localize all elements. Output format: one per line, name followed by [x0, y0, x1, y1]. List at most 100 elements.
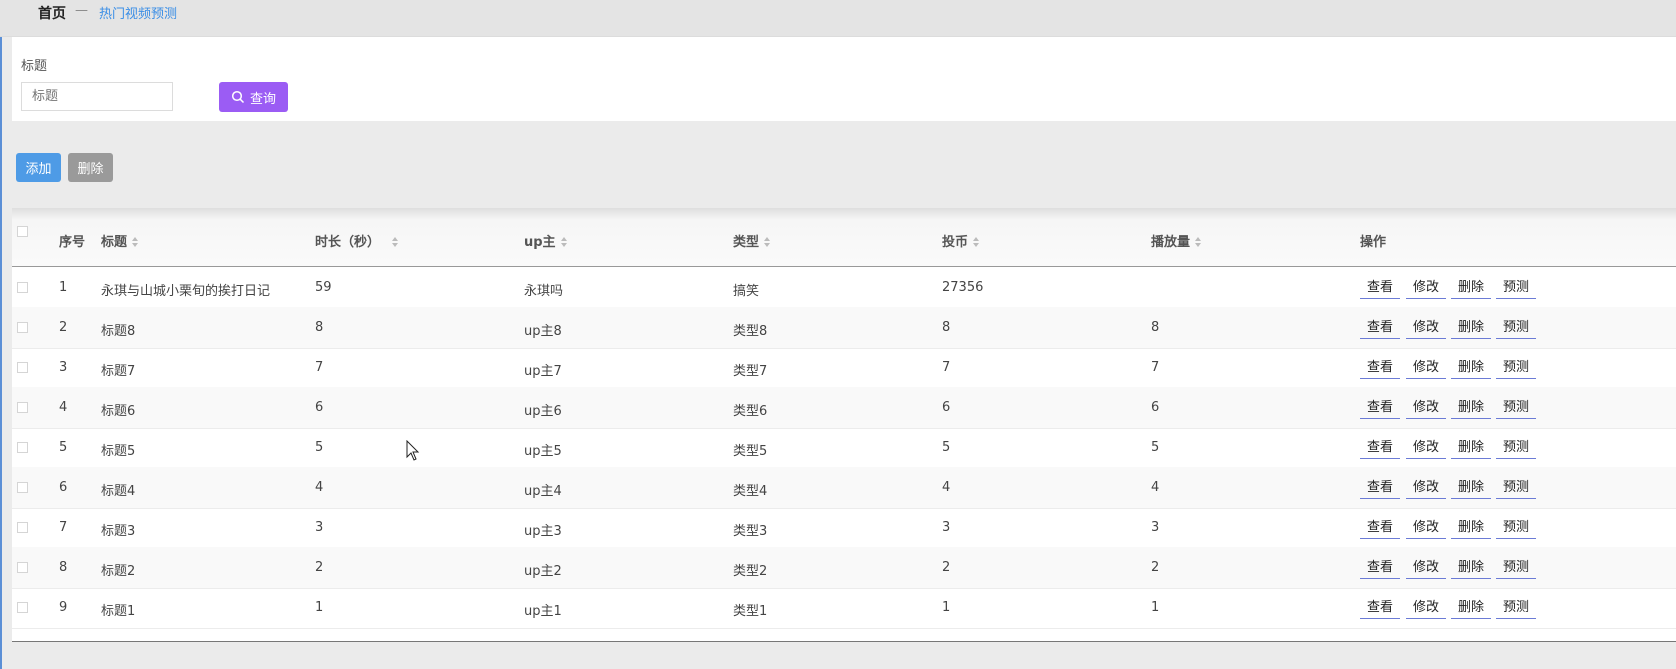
edit-button[interactable]: 修改	[1406, 473, 1447, 499]
sort-icon[interactable]	[764, 236, 771, 247]
row-checkbox[interactable]	[17, 322, 28, 333]
view-button[interactable]: 查看	[1360, 593, 1401, 619]
view-button[interactable]: 查看	[1360, 553, 1401, 579]
row-checkbox[interactable]	[17, 402, 28, 413]
cell-title: 永琪与山城小栗旬的挨打日记	[101, 284, 271, 299]
row-checkbox[interactable]	[17, 482, 28, 493]
edit-button[interactable]: 修改	[1406, 593, 1447, 619]
delete-button[interactable]: 删除	[1451, 513, 1492, 539]
cell-index: 5	[59, 440, 68, 455]
table-row: 7 标题3 3 up主3 类型3 3 3 查看 修改 删除 预测	[12, 507, 1676, 549]
title-search-input[interactable]	[21, 82, 173, 111]
delete-button[interactable]: 删除	[1451, 593, 1492, 619]
row-checkbox[interactable]	[17, 562, 28, 573]
breadcrumb-current[interactable]: 热门视频预测	[99, 3, 177, 22]
row-checkbox[interactable]	[17, 602, 28, 613]
edit-button[interactable]: 修改	[1406, 513, 1447, 539]
cell-views: 8	[1151, 320, 1160, 335]
cell-duration: 8	[315, 320, 324, 335]
view-button[interactable]: 查看	[1360, 353, 1401, 379]
cell-index: 4	[59, 400, 68, 415]
cell-type: 类型8	[733, 324, 768, 339]
col-actions: 操作	[1360, 235, 1387, 250]
cell-coins: 3	[942, 520, 951, 535]
sort-icon[interactable]	[1195, 236, 1202, 247]
cell-coins: 7	[942, 360, 951, 375]
row-checkbox[interactable]	[17, 442, 28, 453]
breadcrumb-home[interactable]: 首页	[38, 3, 66, 23]
edit-button[interactable]: 修改	[1406, 353, 1447, 379]
view-button[interactable]: 查看	[1360, 513, 1401, 539]
cell-type: 类型7	[733, 364, 768, 379]
predict-button[interactable]: 预测	[1496, 313, 1537, 339]
view-button[interactable]: 查看	[1360, 433, 1401, 459]
table-row: 5 标题5 5 up主5 类型5 5 5 查看 修改 删除 预测	[12, 427, 1676, 469]
delete-button[interactable]: 删除	[1451, 313, 1492, 339]
delete-button[interactable]: 删除	[1451, 393, 1492, 419]
edit-button[interactable]: 修改	[1406, 553, 1447, 579]
cell-duration: 7	[315, 360, 324, 375]
view-button[interactable]: 查看	[1360, 473, 1401, 499]
cell-uploader: up主2	[524, 564, 562, 579]
delete-button[interactable]: 删除	[1451, 433, 1492, 459]
cell-views: 7	[1151, 360, 1160, 375]
cell-coins: 5	[942, 440, 951, 455]
predict-button[interactable]: 预测	[1496, 433, 1537, 459]
cell-index: 8	[59, 560, 68, 575]
batch-delete-button[interactable]: 删除	[68, 153, 113, 182]
breadcrumb-separator: —	[75, 3, 88, 18]
cell-index: 9	[59, 600, 68, 615]
cell-index: 2	[59, 320, 68, 335]
col-type[interactable]: 类型	[733, 231, 771, 250]
edit-button[interactable]: 修改	[1406, 313, 1447, 339]
cell-duration: 6	[315, 400, 324, 415]
edit-button[interactable]: 修改	[1406, 393, 1447, 419]
col-views[interactable]: 播放量	[1151, 231, 1202, 250]
row-checkbox[interactable]	[17, 522, 28, 533]
cell-type: 搞笑	[733, 284, 760, 299]
select-all-checkbox[interactable]	[17, 226, 28, 237]
search-button[interactable]: 查询	[219, 82, 288, 112]
predict-button[interactable]: 预测	[1496, 473, 1537, 499]
col-uploader[interactable]: up主	[524, 231, 568, 250]
predict-button[interactable]: 预测	[1496, 593, 1537, 619]
col-coins[interactable]: 投币	[942, 231, 980, 250]
sort-icon[interactable]	[560, 236, 568, 247]
delete-button[interactable]: 删除	[1451, 473, 1492, 499]
col-duration[interactable]: 时长（秒）	[315, 231, 399, 250]
cell-type: 类型6	[733, 404, 768, 419]
delete-button[interactable]: 删除	[1451, 273, 1492, 299]
row-checkbox[interactable]	[17, 282, 28, 293]
predict-button[interactable]: 预测	[1496, 553, 1537, 579]
cell-coins: 4	[942, 480, 951, 495]
row-checkbox[interactable]	[17, 362, 28, 373]
col-title[interactable]: 标题	[101, 231, 139, 250]
delete-button[interactable]: 删除	[1451, 353, 1492, 379]
view-button[interactable]: 查看	[1360, 313, 1401, 339]
search-button-label: 查询	[249, 91, 276, 107]
cell-coins: 2	[942, 560, 951, 575]
cell-views: 6	[1151, 400, 1160, 415]
cell-coins: 8	[942, 320, 951, 335]
sort-icon[interactable]	[132, 236, 139, 247]
cell-title: 标题2	[101, 564, 136, 579]
sort-icon[interactable]	[392, 236, 399, 247]
view-button[interactable]: 查看	[1360, 273, 1401, 299]
predict-button[interactable]: 预测	[1496, 273, 1537, 299]
cell-index: 7	[59, 520, 68, 535]
delete-button[interactable]: 删除	[1451, 553, 1492, 579]
predict-button[interactable]: 预测	[1496, 353, 1537, 379]
cell-type: 类型1	[733, 604, 768, 619]
edit-button[interactable]: 修改	[1406, 273, 1447, 299]
add-button[interactable]: 添加	[16, 153, 61, 182]
cell-uploader: up主4	[524, 484, 562, 499]
title-filter-label: 标题	[21, 59, 48, 74]
view-button[interactable]: 查看	[1360, 393, 1401, 419]
cell-title: 标题7	[101, 364, 136, 379]
cell-index: 1	[59, 280, 68, 295]
sort-icon[interactable]	[973, 236, 980, 247]
predict-button[interactable]: 预测	[1496, 513, 1537, 539]
predict-button[interactable]: 预测	[1496, 393, 1537, 419]
cell-uploader: up主7	[524, 364, 562, 379]
edit-button[interactable]: 修改	[1406, 433, 1447, 459]
